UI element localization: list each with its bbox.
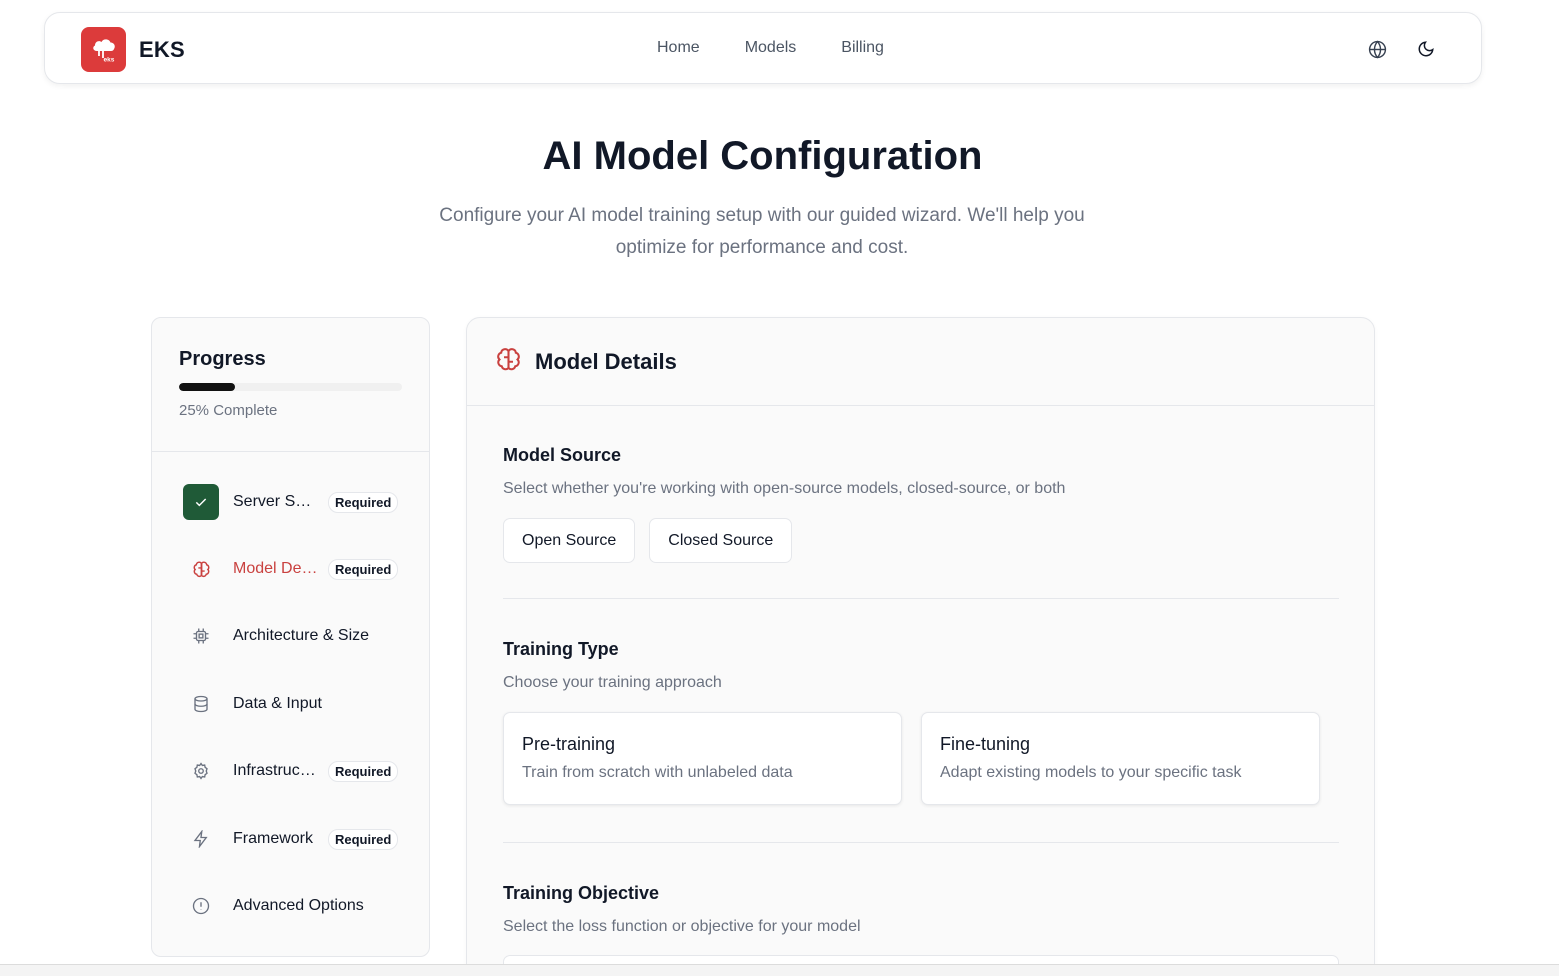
step-data-input[interactable]: Data & Input — [183, 684, 403, 724]
nav-link-home[interactable]: Home — [657, 39, 700, 57]
section-title: Model Source — [503, 445, 622, 465]
model-source-section: Model Source Select whether you're worki… — [503, 445, 1339, 563]
progress-sidebar: Progress 25% Complete Server Setup Requi… — [151, 317, 430, 957]
divider — [503, 842, 1339, 843]
moon-icon[interactable] — [1415, 38, 1437, 60]
progress-bar — [179, 383, 402, 391]
training-type-section: Training Type Choose your training appro… — [503, 639, 1339, 805]
section-description: Select the loss function or objective fo… — [503, 918, 861, 935]
nav-link-billing[interactable]: Billing — [841, 39, 884, 57]
window-bottom-edge — [0, 964, 1559, 976]
brand-name: EKS — [139, 36, 185, 62]
section-title: Training Type — [503, 639, 619, 659]
card-title: Model Details — [535, 348, 677, 374]
brand[interactable]: eks EKS — [81, 27, 185, 72]
check-icon — [183, 484, 219, 520]
progress-title: Progress — [179, 348, 266, 370]
fine-tuning-option[interactable]: Fine-tuning Adapt existing models to you… — [921, 712, 1320, 805]
page-title: AI Model Configuration — [542, 134, 983, 178]
page-subtitle: Configure your AI model training setup w… — [439, 205, 1085, 258]
required-badge: Required — [328, 760, 399, 782]
option-description: Adapt existing models to your specific t… — [940, 764, 1242, 781]
logo: eks — [81, 27, 126, 72]
required-badge: Required — [328, 558, 399, 580]
pre-training-option[interactable]: Pre-training Train from scratch with unl… — [503, 712, 902, 805]
step-label: Infrastructure — [233, 762, 319, 779]
option-title: Fine-tuning — [940, 734, 1031, 754]
svg-text:eks: eks — [103, 56, 114, 63]
section-description: Select whether you're working with open-… — [503, 480, 1066, 497]
card-header: Model Details — [467, 318, 1374, 406]
divider — [503, 598, 1339, 599]
model-details-card: Model Details Model Source Select whethe… — [466, 317, 1375, 976]
progress-header: Progress 25% Complete — [152, 318, 429, 452]
step-advanced-options[interactable]: Advanced Options — [183, 886, 403, 926]
required-badge: Required — [328, 491, 399, 513]
gear-icon — [183, 753, 219, 789]
closed-source-button[interactable]: Closed Source — [649, 518, 793, 563]
brain-icon — [183, 551, 219, 587]
step-server-setup[interactable]: Server Setup Required — [183, 482, 403, 522]
nav-links: Home Models Billing — [657, 39, 929, 57]
training-type-options: Pre-training Train from scratch with unl… — [503, 712, 1339, 805]
step-label: Framework — [233, 830, 314, 847]
required-badge: Required — [328, 828, 399, 850]
globe-icon[interactable] — [1366, 38, 1388, 60]
option-description: Train from scratch with unlabeled data — [522, 764, 793, 781]
database-icon — [183, 686, 219, 722]
alert-circle-icon — [183, 888, 219, 924]
lightning-icon — [183, 821, 219, 857]
step-model-details[interactable]: Model Details Required — [183, 549, 403, 589]
training-objective-section: Training Objective Select the loss funct… — [503, 883, 1339, 936]
top-navbar: eks EKS Home Models Billing — [44, 12, 1482, 84]
section-title: Training Objective — [503, 883, 660, 903]
cloud-logo-icon: eks — [92, 38, 115, 63]
step-framework[interactable]: Framework Required — [183, 819, 403, 859]
progress-label: 25% Complete — [179, 402, 278, 419]
step-label: Data & Input — [233, 695, 322, 712]
step-label: Server Setup — [233, 493, 319, 510]
step-label: Model Details — [233, 560, 319, 577]
nav-icons — [1339, 38, 1437, 60]
step-infrastructure[interactable]: Infrastructure Required — [183, 751, 403, 791]
option-title: Pre-training — [522, 734, 616, 754]
step-label: Architecture & Size — [233, 627, 370, 644]
model-source-options: Open Source Closed Source — [503, 518, 1339, 563]
section-description: Choose your training approach — [503, 674, 722, 691]
brain-icon — [495, 346, 522, 378]
progress-bar-fill — [179, 383, 235, 391]
nav-link-models[interactable]: Models — [745, 39, 797, 57]
step-architecture-size[interactable]: Architecture & Size — [183, 616, 403, 656]
step-label: Advanced Options — [233, 897, 364, 914]
open-source-button[interactable]: Open Source — [503, 518, 636, 563]
cpu-icon — [183, 618, 219, 654]
